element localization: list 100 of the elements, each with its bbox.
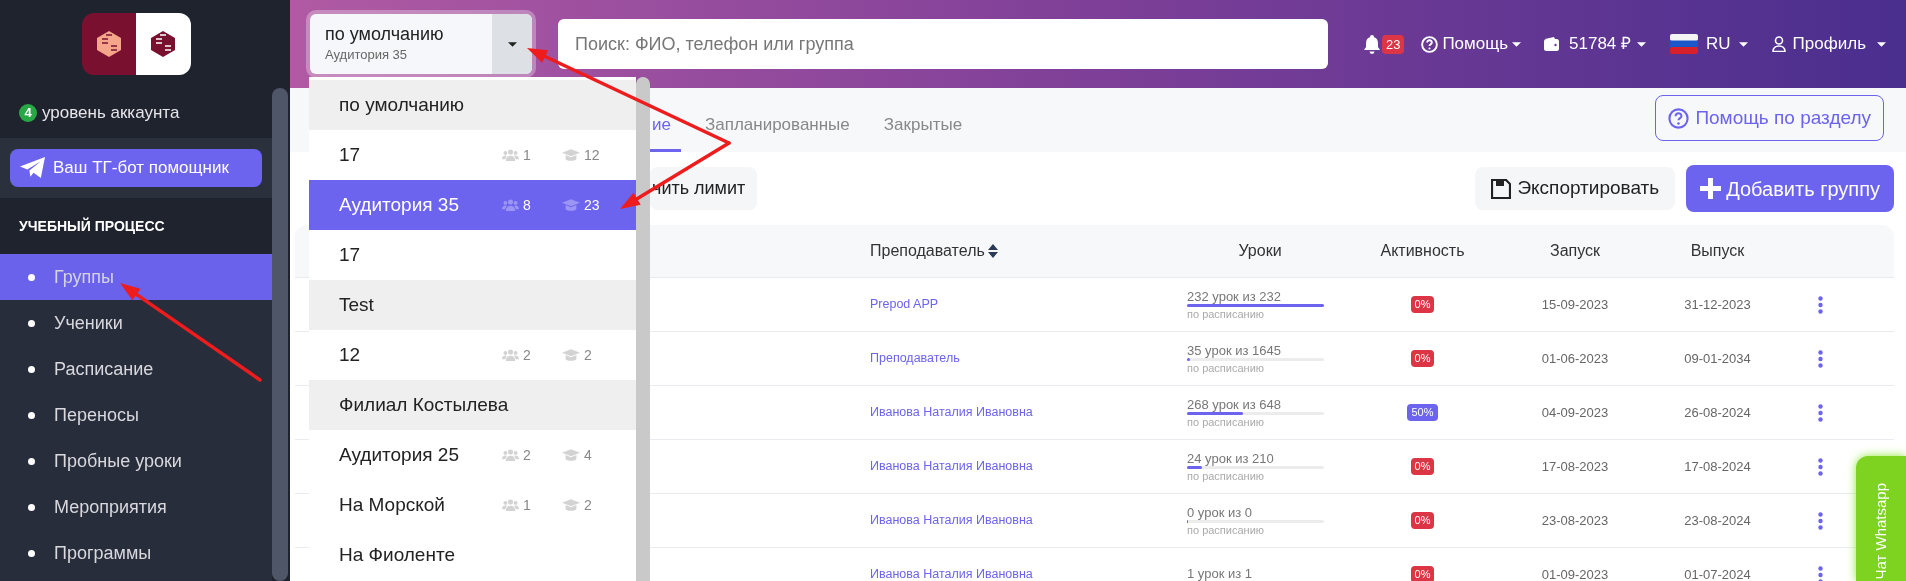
scrollbar[interactable]	[636, 77, 650, 581]
lessons-note: по расписанию	[1187, 360, 1266, 375]
caret-icon	[1738, 41, 1748, 47]
activity-badge: 0%	[1410, 566, 1435, 581]
lessons-count: 0 урок из 0	[1187, 504, 1254, 520]
column-header: Уроки	[1238, 241, 1282, 261]
sidebar-item[interactable]: Ученики	[0, 300, 272, 346]
column-header: Активность	[1380, 241, 1465, 261]
search-field[interactable]: Поиск: ФИО, телефон или группа	[558, 19, 1328, 69]
sidebar-item[interactable]: Расписание	[0, 346, 272, 392]
caret-icon	[507, 41, 517, 47]
column-header: Выпуск	[1690, 241, 1745, 261]
column-header[interactable]: Преподаватель	[860, 239, 998, 263]
caret-icon	[1637, 41, 1647, 47]
language-menu[interactable]: RU	[1670, 31, 1748, 57]
graduation-cap-icon	[562, 149, 580, 161]
sort-icon	[987, 244, 998, 258]
graduate-count: 12	[584, 145, 600, 165]
lessons-count: 24 урок из 210	[1187, 450, 1275, 466]
lessons-count: 1 урок из 1	[1187, 565, 1254, 581]
flag-icon	[1670, 34, 1699, 54]
logo[interactable]	[81, 13, 191, 75]
level-badge: 4	[19, 104, 37, 122]
telegram-bot-button[interactable]: Ваш ТГ-бот помощник	[10, 149, 262, 187]
table-cell-text: 23-08-2023	[1541, 511, 1609, 530]
table-cell-text: 15-09-2023	[1541, 295, 1609, 314]
option-group-label: Филиал Костылева	[309, 380, 636, 430]
help-icon	[1421, 35, 1439, 53]
teacher-link[interactable]: Преподаватель	[860, 349, 960, 368]
student-count: 8	[523, 195, 531, 215]
column-header: Запуск	[1549, 241, 1600, 261]
more-options-icon[interactable]	[1818, 511, 1823, 530]
more-options-icon[interactable]	[1818, 457, 1823, 476]
lessons-note: по расписанию	[1187, 306, 1266, 321]
group-select[interactable]: по умолчанию Аудитория 35	[310, 14, 532, 74]
more-options-icon[interactable]	[1818, 349, 1823, 368]
activity-badge: 0%	[1410, 296, 1435, 313]
lessons-count: 232 урок из 232	[1187, 288, 1282, 304]
table-cell-text: 17-08-2024	[1684, 457, 1751, 476]
sidebar-item[interactable]: Мероприятия	[0, 484, 272, 530]
table-cell-text: 01-06-2023	[1541, 349, 1609, 368]
caret-icon	[1512, 41, 1522, 47]
table-cell-text: 01-07-2024	[1684, 565, 1751, 581]
dropdown-option[interactable]: На Морской 1 2	[309, 480, 636, 530]
sidebar-item[interactable]: Переносы	[0, 392, 272, 438]
bell-icon	[1362, 34, 1381, 54]
add-group-button[interactable]: Добавить группу	[1686, 165, 1894, 212]
caret-icon	[1877, 41, 1886, 47]
graduate-count: 4	[584, 445, 592, 465]
graduation-cap-icon	[562, 499, 580, 511]
graduate-count: 23	[584, 195, 600, 215]
lessons-note: по расписанию	[1187, 522, 1266, 537]
table-cell-text: 31-12-2023	[1684, 295, 1751, 314]
sidebar-item[interactable]: Пробные уроки	[0, 438, 272, 484]
lessons-note: по расписанию	[1187, 414, 1266, 429]
table-cell-text: 17-08-2023	[1541, 457, 1609, 476]
plus-icon	[1700, 178, 1722, 199]
section-title: УЧЕБНЫЙ ПРОЦЕСС	[19, 216, 165, 236]
scrollbar[interactable]	[272, 88, 288, 581]
user-icon	[1771, 36, 1786, 52]
graduation-cap-icon	[562, 449, 580, 461]
table-cell-text: 26-08-2024	[1684, 403, 1751, 422]
profile-menu[interactable]: Профиль	[1771, 31, 1886, 57]
select-subvalue: Аудитория 35	[325, 46, 409, 65]
teacher-link[interactable]: Иванова Наталия Ивановна	[860, 565, 1033, 581]
users-icon	[502, 199, 519, 211]
dropdown-option[interactable]: 17 1 12	[309, 130, 636, 180]
teacher-link[interactable]: Иванова Наталия Ивановна	[860, 511, 1033, 530]
balance-menu[interactable]: 51784 ₽	[1544, 31, 1647, 57]
wallet-icon	[1544, 37, 1560, 51]
dropdown-option[interactable]: 17	[309, 230, 636, 280]
dropdown-option[interactable]: Аудитория 35 8 23	[309, 180, 636, 230]
activity-badge: 50%	[1407, 404, 1438, 421]
help-menu[interactable]: Помощь	[1421, 31, 1522, 57]
notification-count: 23	[1381, 34, 1405, 54]
more-options-icon[interactable]	[1818, 403, 1823, 422]
lessons-note: по расписанию	[1187, 468, 1266, 483]
export-button[interactable]: Экспортировать	[1475, 167, 1676, 210]
option-group-label: Test	[309, 280, 636, 330]
more-options-icon[interactable]	[1818, 565, 1823, 581]
users-icon	[502, 499, 519, 511]
dropdown-option[interactable]: Аудитория 25 2 4	[309, 430, 636, 480]
teacher-link[interactable]: Prepod APP	[860, 295, 939, 314]
activity-badge: 0%	[1410, 512, 1435, 529]
sidebar-item[interactable]: Программы	[0, 530, 272, 576]
notifications-button[interactable]: 23	[1362, 34, 1405, 54]
dropdown-option[interactable]: На Фиоленте	[309, 530, 636, 580]
teacher-link[interactable]: Иванова Наталия Ивановна	[860, 403, 1033, 422]
table-cell-text: 04-09-2023	[1541, 403, 1609, 422]
lessons-count: 268 урок из 648	[1187, 396, 1282, 412]
teacher-link[interactable]: Иванова Наталия Ивановна	[860, 457, 1033, 476]
more-options-icon[interactable]	[1818, 295, 1823, 314]
graduate-count: 2	[584, 345, 592, 365]
student-count: 2	[523, 345, 531, 365]
dropdown-option[interactable]: 12 2 2	[309, 330, 636, 380]
activity-badge: 0%	[1410, 458, 1435, 475]
student-count: 1	[523, 495, 531, 515]
table-cell-text: 23-08-2024	[1684, 511, 1751, 530]
section-help-button[interactable]: Помощь по разделу	[1655, 95, 1884, 141]
graduation-cap-icon	[562, 199, 580, 211]
